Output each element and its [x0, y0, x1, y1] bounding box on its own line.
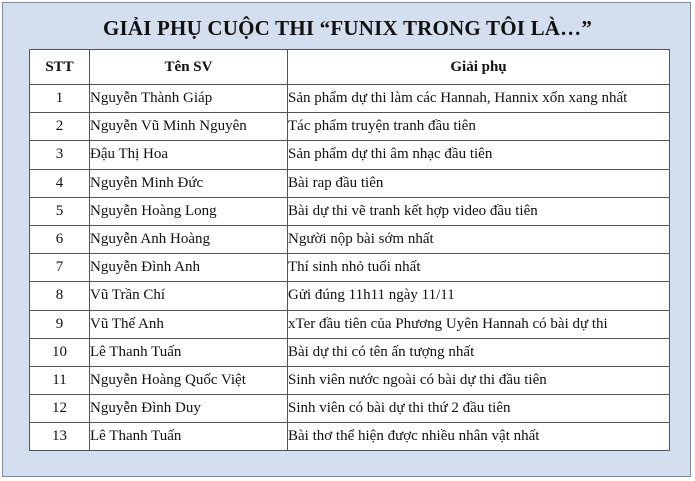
table-row: 13 Lê Thanh Tuấn Bài thơ thể hiện được nhi…	[29, 422, 670, 452]
cell-stt: 3	[29, 140, 90, 170]
cell-student-name: Nguyễn Vũ Minh Nguyên	[89, 112, 288, 142]
header-row: STT Tên SV Giải phụ	[29, 49, 670, 85]
table-row: 12 Nguyễn Đình Duy Sinh viên có bài dự thi…	[29, 394, 670, 424]
cell-student-name: Nguyễn Đình Anh	[89, 253, 288, 283]
cell-student-name: Nguyễn Anh Hoàng	[89, 224, 288, 255]
cell-student-name: Lê Thanh Tuấn	[89, 337, 288, 367]
cell-side-prize: Gửi đúng 11h11 ngày 11/11	[287, 281, 670, 311]
cell-stt: 12	[29, 394, 90, 424]
cell-stt: 9	[29, 309, 90, 339]
table-row: 3 Đậu Thị Hoa Sản phẩm dự thi âm nhạc đầu …	[29, 140, 670, 170]
table-row: 5 Nguyễn Hoàng Long Bài dự thi vẽ tranh kế…	[29, 196, 670, 226]
cell-stt: 5	[29, 196, 90, 226]
cell-student-name: Vũ Trần Chí	[89, 281, 288, 311]
table-row: 2 Nguyễn Vũ Minh Nguyên Tác phẩm truyện tr…	[29, 112, 670, 142]
cell-side-prize: Bài dự thi có tên ấn tượng nhất	[287, 337, 670, 367]
cell-stt: 13	[29, 422, 90, 452]
cell-stt: 2	[29, 112, 90, 142]
cell-side-prize: Sản phẩm dự thi âm nhạc đầu tiên	[287, 140, 670, 170]
page-title: GIẢI PHỤ CUỘC THI “FUNIX TRONG TÔI LÀ…”	[102, 16, 593, 40]
cell-stt: 4	[29, 168, 90, 198]
table-row: 9 Vũ Thế Anh xTer đầu tiên của Phương Uyên…	[29, 309, 670, 339]
table-row: 7 Nguyễn Đình Anh Thí sinh nhỏ tuổi nhất	[29, 253, 670, 283]
table-row: 6 Nguyễn Anh Hoàng Người nộp bài sớm nhất	[29, 224, 670, 255]
cell-student-name: Nguyễn Hoàng Quốc Việt	[89, 365, 288, 396]
cell-student-name: Lê Thanh Tuấn	[89, 422, 288, 452]
cell-side-prize: Sinh viên nước ngoài có bài dự thi đầu t…	[287, 365, 670, 396]
cell-stt: 8	[29, 281, 90, 311]
cell-side-prize: Sinh viên có bài dự thi thứ 2 đầu tiên	[287, 394, 670, 424]
document-frame: GIẢI PHỤ CUỘC THI “FUNIX TRONG TÔI LÀ…” …	[2, 2, 691, 477]
cell-stt: 7	[29, 253, 90, 283]
cell-side-prize: xTer đầu tiên của Phương Uyên Hannah có …	[287, 309, 670, 339]
cell-side-prize: Bài dự thi vẽ tranh kết hợp video đầu ti…	[287, 196, 670, 226]
cell-student-name: Đậu Thị Hoa	[89, 140, 288, 170]
table-header: STT Tên SV Giải phụ	[29, 49, 670, 85]
cell-side-prize: Thí sinh nhỏ tuổi nhất	[287, 253, 670, 283]
cell-side-prize: Sản phẩm dự thi làm các Hannah, Hannix x…	[287, 83, 670, 114]
cell-side-prize: Bài rap đầu tiên	[287, 168, 670, 198]
cell-stt: 6	[29, 224, 90, 255]
table-body: 1 Nguyễn Thành Giáp Sản phẩm dự thi làm cá…	[29, 83, 670, 452]
cell-side-prize: Tác phẩm truyện tranh đầu tiên	[287, 112, 670, 142]
cell-stt: 10	[29, 337, 90, 367]
cell-student-name: Nguyễn Thành Giáp	[89, 83, 288, 114]
cell-student-name: Nguyễn Minh Đức	[89, 168, 288, 198]
awards-table: STT Tên SV Giải phụ 1 Nguyễn Thành Giáp Sả…	[29, 49, 670, 452]
cell-stt: 1	[29, 83, 90, 114]
column-header-side-prize: Giải phụ	[287, 49, 670, 85]
table-row: 1 Nguyễn Thành Giáp Sản phẩm dự thi làm cá…	[29, 83, 670, 114]
cell-student-name: Vũ Thế Anh	[89, 309, 288, 339]
table-row: 8 Vũ Trần Chí Gửi đúng 11h11 ngày 11/11	[29, 281, 670, 311]
table-row: 4 Nguyễn Minh Đức Bài rap đầu tiên	[29, 168, 670, 198]
column-header-stt: STT	[29, 49, 90, 85]
cell-student-name: Nguyễn Đình Duy	[89, 394, 288, 424]
table-row: 11 Nguyễn Hoàng Quốc Việt Sinh viên nước n…	[29, 365, 670, 396]
cell-side-prize: Bài thơ thể hiện được nhiều nhân vật nhấ…	[287, 422, 670, 452]
cell-student-name: Nguyễn Hoàng Long	[89, 196, 288, 226]
cell-side-prize: Người nộp bài sớm nhất	[287, 224, 670, 255]
column-header-student-name: Tên SV	[89, 49, 288, 85]
cell-stt: 11	[29, 365, 90, 396]
table-row: 10 Lê Thanh Tuấn Bài dự thi có tên ấn tượn…	[29, 337, 670, 367]
